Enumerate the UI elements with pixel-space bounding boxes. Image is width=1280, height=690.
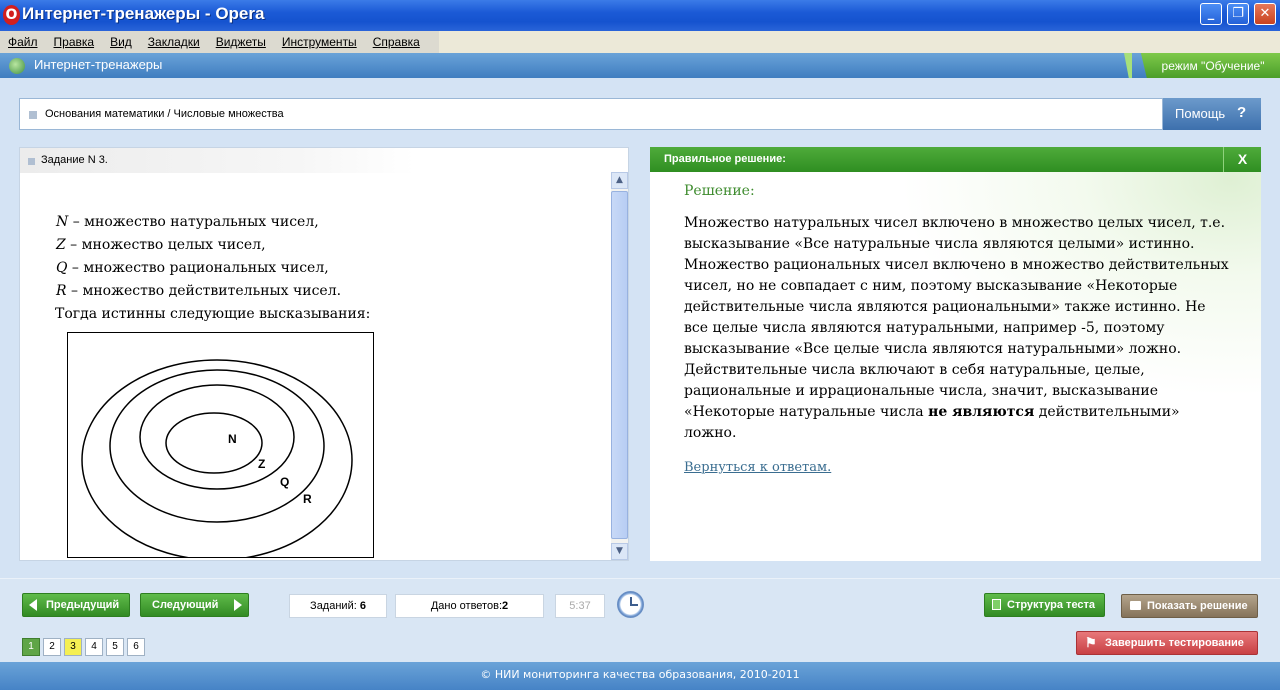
window-title: Интернет-тренажеры - Opera	[22, 4, 265, 23]
page-button-5[interactable]: 5	[106, 638, 124, 656]
label-r: R	[303, 492, 312, 506]
set-symbol: R	[56, 283, 67, 299]
book-icon	[1130, 601, 1141, 610]
maximize-button[interactable]: ❐	[1227, 3, 1249, 25]
task-number: Задание N 3.	[41, 154, 108, 166]
app-header: Интернет-тренажеры режим "Обучение"	[0, 53, 1280, 78]
label-z: Z	[258, 457, 265, 471]
answers-count-value: 2	[502, 600, 509, 612]
mode-badge-stripe	[1124, 53, 1132, 78]
menu-tools[interactable]: Инструменты	[274, 31, 365, 53]
runner-icon: ⚑	[1085, 635, 1097, 650]
menu-widgets[interactable]: Виджеты	[208, 31, 274, 53]
solution-title: Правильное решение:	[664, 153, 786, 165]
question-icon: ?	[1237, 104, 1247, 121]
euler-diagram: N Z Q R	[67, 332, 374, 558]
footer-copyright: © НИИ мониторинга качества образования, …	[0, 662, 1280, 690]
task-scrollbar[interactable]: ▲ ▼	[611, 172, 628, 560]
answers-count-label: Дано ответов:	[430, 600, 502, 612]
task-body: N – множество натуральных чисел, Z – мно…	[55, 211, 371, 326]
page-button-6[interactable]: 6	[127, 638, 145, 656]
menubar: Файл Правка Вид Закладки Виджеты Инструм…	[0, 31, 1280, 53]
label-n: N	[228, 432, 237, 446]
tasks-count-value: 6	[359, 600, 366, 612]
timer: 5:37	[555, 594, 605, 618]
solution-text-bold: не являются	[928, 404, 1035, 420]
help-label: Помощь	[1175, 106, 1226, 121]
task-line: Z – множество целых чисел,	[56, 234, 370, 257]
set-symbol: Z	[56, 237, 66, 253]
task-header: Задание N 3.	[20, 148, 415, 173]
scroll-down-icon[interactable]: ▼	[611, 543, 628, 560]
menu-bookmarks[interactable]: Закладки	[140, 31, 208, 53]
test-structure-label: Структура теста	[1007, 599, 1096, 611]
next-label: Следующий	[152, 599, 219, 611]
close-solution-button[interactable]: X	[1223, 147, 1261, 172]
bullet-icon	[29, 111, 37, 119]
opera-logo-icon: O	[3, 5, 20, 25]
scroll-thumb[interactable]	[611, 191, 628, 539]
solution-heading: Решение:	[684, 183, 755, 199]
bullet-icon	[28, 158, 35, 165]
page-button-2[interactable]: 2	[43, 638, 61, 656]
tasks-count: Заданий: 6	[289, 594, 387, 618]
solution-text: Множество натуральных чисел включено в м…	[684, 213, 1234, 444]
minimize-button[interactable]: _	[1200, 3, 1222, 25]
show-solution-label: Показать решение	[1147, 600, 1248, 612]
set-symbol: Q	[56, 260, 68, 276]
app-title: Интернет-тренажеры	[34, 57, 163, 72]
set-description: – множество действительных чисел.	[66, 283, 342, 299]
scroll-up-icon[interactable]: ▲	[611, 172, 628, 189]
breadcrumb: Основания математики / Числовые множеств…	[19, 98, 1163, 130]
set-symbol: N	[56, 214, 69, 230]
page-button-4[interactable]: 4	[85, 638, 103, 656]
set-description: – множество рациональных чисел,	[67, 260, 329, 276]
show-solution-button[interactable]: Показать решение	[1121, 594, 1258, 618]
clock-icon	[617, 591, 644, 618]
menu-edit[interactable]: Правка	[46, 31, 103, 53]
list-icon	[992, 599, 1001, 610]
solution-panel: Правильное решение: X Решение: Множество…	[650, 147, 1261, 561]
mode-badge: режим "Обучение"	[1140, 53, 1280, 78]
previous-label: Предыдущий	[46, 599, 120, 611]
menu-view[interactable]: Вид	[102, 31, 140, 53]
back-to-answers-link[interactable]: Вернуться к ответам.	[684, 460, 831, 475]
previous-button[interactable]: Предыдущий	[22, 593, 130, 617]
set-description: – множество целых чисел,	[65, 237, 266, 253]
task-line: Q – множество рациональных чисел,	[56, 257, 370, 280]
task-conclusion: Тогда истинны следующие высказывания:	[55, 306, 371, 322]
label-q: Q	[280, 475, 289, 489]
finish-test-label: Завершить тестирование	[1105, 637, 1244, 649]
window-titlebar: O Интернет-тренажеры - Opera _ ❐ ✕	[0, 0, 1280, 31]
tasks-count-label: Заданий:	[310, 600, 357, 612]
answers-count: Дано ответов:2	[395, 594, 544, 618]
menu-help[interactable]: Справка	[365, 31, 428, 53]
arrow-right-icon	[234, 599, 242, 611]
globe-icon	[9, 58, 25, 74]
next-button[interactable]: Следующий	[140, 593, 249, 617]
help-button[interactable]: Помощь ?	[1163, 98, 1261, 130]
page-button-1[interactable]: 1	[22, 638, 40, 656]
set-description: – множество натуральных чисел,	[68, 214, 319, 230]
finish-test-button[interactable]: ⚑ Завершить тестирование	[1076, 631, 1258, 655]
page-button-3[interactable]: 3	[64, 638, 82, 656]
close-window-button[interactable]: ✕	[1254, 3, 1276, 25]
solution-text-part: Множество натуральных чисел включено в м…	[684, 215, 1229, 420]
menu-file[interactable]: Файл	[0, 31, 46, 53]
solution-header: Правильное решение: X	[650, 147, 1261, 172]
task-line: N – множество натуральных чисел,	[56, 211, 370, 234]
arrow-left-icon	[29, 599, 37, 611]
breadcrumb-text: Основания математики / Числовые множеств…	[45, 108, 284, 120]
task-panel: Задание N 3. N – множество натуральных ч…	[19, 147, 629, 561]
task-line: R – множество действительных чисел.	[56, 280, 370, 303]
test-structure-button[interactable]: Структура теста	[984, 593, 1105, 617]
